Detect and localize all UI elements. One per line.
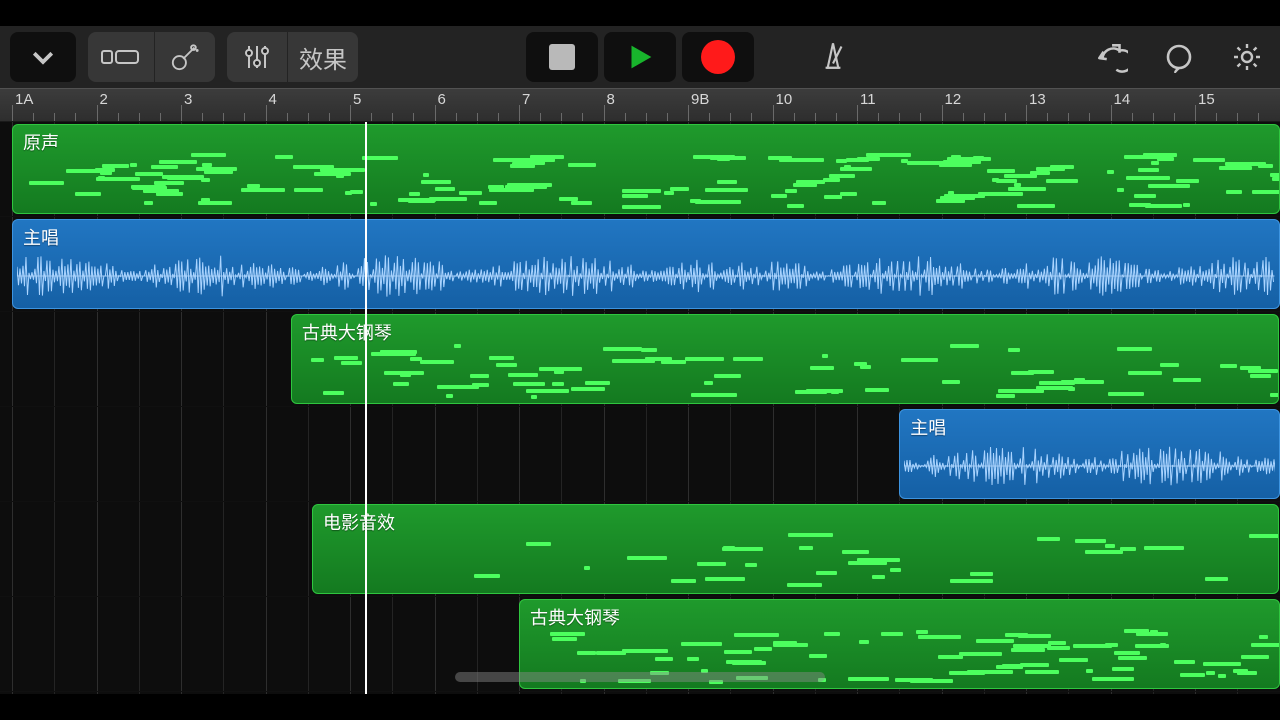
metronome-button[interactable] <box>816 38 850 77</box>
guitar-icon <box>170 42 200 72</box>
region-label: 主唱 <box>23 224 59 250</box>
record-button[interactable] <box>682 32 754 82</box>
region-label: 原声 <box>23 129 59 155</box>
region[interactable]: 主唱 <box>899 409 1279 499</box>
instrument-view-button[interactable] <box>155 32 215 82</box>
horizontal-scrollbar[interactable] <box>455 672 825 682</box>
region-label: 古典大钢琴 <box>530 604 620 630</box>
region-label: 古典大钢琴 <box>302 319 392 345</box>
track-row[interactable]: 原声 <box>0 122 1280 217</box>
play-button[interactable] <box>604 32 676 82</box>
playhead[interactable] <box>365 122 367 694</box>
loop-icon <box>1163 41 1195 73</box>
fx-button[interactable]: 效果 <box>288 32 358 82</box>
region-label: 电影音效 <box>323 509 395 535</box>
track-view-button[interactable] <box>88 32 154 82</box>
toolbar: 效果 <box>0 26 1280 88</box>
undo-button[interactable] <box>1088 34 1134 80</box>
transport-controls <box>526 32 754 82</box>
track-row[interactable]: 电影音效 <box>0 502 1280 597</box>
loop-button[interactable] <box>1156 34 1202 80</box>
record-icon <box>701 40 735 74</box>
track-row[interactable]: 古典大钢琴 <box>0 312 1280 407</box>
track-row[interactable]: 主唱 <box>0 217 1280 312</box>
stop-button[interactable] <box>526 32 598 82</box>
view-dropdown-button[interactable] <box>10 32 76 82</box>
stop-icon <box>549 44 575 70</box>
region[interactable]: 主唱 <box>12 219 1280 309</box>
sliders-icon <box>243 43 271 71</box>
settings-button[interactable] <box>1224 34 1270 80</box>
region[interactable]: 电影音效 <box>312 504 1280 594</box>
tracks-area[interactable]: 原声主唱古典大钢琴主唱电影音效古典大钢琴 <box>0 122 1280 694</box>
gear-icon <box>1231 41 1263 73</box>
play-icon <box>623 40 657 74</box>
fx-label: 效果 <box>289 40 357 75</box>
chevron-down-icon <box>28 42 58 72</box>
track-row[interactable]: 主唱 <box>0 407 1280 502</box>
region-label: 主唱 <box>910 414 946 440</box>
region[interactable]: 原声 <box>12 124 1280 214</box>
region[interactable]: 古典大钢琴 <box>291 314 1280 404</box>
timeline-ruler[interactable]: 1A23456789B101112131415 <box>0 88 1280 122</box>
undo-icon <box>1094 40 1128 74</box>
mixer-button[interactable] <box>227 32 287 82</box>
metronome-icon <box>816 38 850 72</box>
track-segments-icon <box>101 45 141 69</box>
